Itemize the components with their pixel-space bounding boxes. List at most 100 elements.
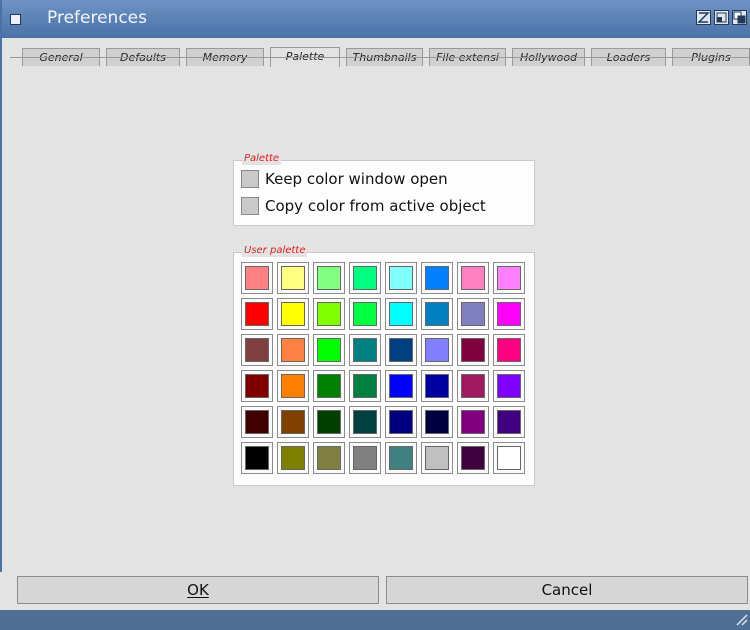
color-swatch-fill: [461, 338, 485, 362]
color-swatch[interactable]: [493, 334, 525, 366]
color-swatch[interactable]: [349, 262, 381, 294]
cancel-button-label: Cancel: [541, 581, 593, 599]
window-title: Preferences: [47, 8, 147, 28]
copy-color-from-active-object-checkbox[interactable]: [241, 197, 259, 215]
color-swatch-fill: [389, 446, 413, 470]
color-swatch-fill: [353, 446, 377, 470]
title-bar[interactable]: Preferences: [0, 0, 750, 39]
color-swatch[interactable]: [457, 334, 489, 366]
color-swatch-fill: [425, 374, 449, 398]
color-swatch[interactable]: [277, 334, 309, 366]
color-swatch-fill: [353, 338, 377, 362]
color-swatch-fill: [281, 374, 305, 398]
color-swatch[interactable]: [421, 334, 453, 366]
color-swatch[interactable]: [385, 370, 417, 402]
color-swatch-fill: [497, 302, 521, 326]
color-swatch-fill: [281, 302, 305, 326]
color-swatch-fill: [353, 374, 377, 398]
color-swatch-fill: [281, 338, 305, 362]
color-swatch[interactable]: [313, 298, 345, 330]
color-swatch[interactable]: [457, 298, 489, 330]
color-swatch-fill: [245, 338, 269, 362]
ok-button[interactable]: OK: [17, 576, 379, 604]
resize-handle-icon[interactable]: [736, 614, 748, 626]
color-swatch[interactable]: [313, 406, 345, 438]
color-swatch[interactable]: [457, 406, 489, 438]
color-swatch-fill: [281, 446, 305, 470]
iconify-icon[interactable]: [714, 10, 729, 25]
button-bar: OK Cancel: [0, 572, 750, 610]
color-swatch-fill: [245, 446, 269, 470]
color-swatch[interactable]: [421, 298, 453, 330]
color-swatch-fill: [353, 302, 377, 326]
color-swatch-fill: [245, 410, 269, 434]
color-swatch[interactable]: [277, 406, 309, 438]
color-swatch[interactable]: [241, 298, 273, 330]
color-swatch[interactable]: [349, 442, 381, 474]
cancel-button[interactable]: Cancel: [386, 576, 748, 604]
color-swatch[interactable]: [313, 442, 345, 474]
color-swatch[interactable]: [457, 442, 489, 474]
preferences-content: General Defaults Memory Palette Thumbnails Fi…: [2, 38, 750, 610]
color-swatch[interactable]: [313, 370, 345, 402]
color-swatch[interactable]: [241, 442, 273, 474]
color-swatch[interactable]: [385, 334, 417, 366]
color-swatch-fill: [425, 302, 449, 326]
window-bottom-border: [0, 610, 750, 630]
color-swatch-fill: [389, 410, 413, 434]
color-swatch[interactable]: [385, 262, 417, 294]
color-swatch[interactable]: [493, 298, 525, 330]
tab-bar: General Defaults Memory Palette Thumbnails Fi…: [16, 47, 750, 72]
color-swatch[interactable]: [493, 262, 525, 294]
color-swatch[interactable]: [349, 370, 381, 402]
color-swatch-fill: [461, 374, 485, 398]
color-swatch[interactable]: [277, 298, 309, 330]
color-swatch-fill: [425, 266, 449, 290]
color-swatch[interactable]: [385, 406, 417, 438]
color-swatch[interactable]: [421, 406, 453, 438]
color-swatch-fill: [281, 410, 305, 434]
color-swatch[interactable]: [241, 334, 273, 366]
color-swatch-fill: [389, 266, 413, 290]
ok-button-label: OK: [187, 581, 209, 599]
depth-icon[interactable]: [732, 10, 747, 25]
color-swatch[interactable]: [349, 406, 381, 438]
zoom-icon[interactable]: [696, 10, 711, 25]
color-swatch[interactable]: [349, 334, 381, 366]
color-swatch[interactable]: [277, 442, 309, 474]
color-swatch[interactable]: [313, 262, 345, 294]
color-swatch[interactable]: [421, 442, 453, 474]
color-swatch-fill: [461, 302, 485, 326]
color-swatch[interactable]: [277, 262, 309, 294]
palette-group: Palette Keep color window open Copy colo…: [233, 153, 535, 226]
color-swatch-fill: [281, 266, 305, 290]
color-swatch-fill: [461, 446, 485, 470]
color-swatch-fill: [497, 410, 521, 434]
color-swatch[interactable]: [421, 370, 453, 402]
close-icon[interactable]: [10, 14, 21, 25]
user-palette-group-label: User palette: [242, 245, 308, 257]
color-swatch-fill: [245, 266, 269, 290]
color-swatch-fill: [353, 266, 377, 290]
color-swatch[interactable]: [241, 262, 273, 294]
color-swatch[interactable]: [313, 334, 345, 366]
color-swatch[interactable]: [457, 262, 489, 294]
color-swatch-fill: [317, 266, 341, 290]
color-swatch[interactable]: [493, 442, 525, 474]
color-swatch[interactable]: [493, 406, 525, 438]
color-swatch[interactable]: [385, 298, 417, 330]
color-swatch-fill: [353, 410, 377, 434]
color-swatch[interactable]: [421, 262, 453, 294]
color-swatch[interactable]: [277, 370, 309, 402]
color-swatch-fill: [245, 302, 269, 326]
color-swatch-fill: [497, 446, 521, 470]
color-swatch[interactable]: [349, 298, 381, 330]
color-swatch[interactable]: [493, 370, 525, 402]
color-swatch[interactable]: [241, 406, 273, 438]
keep-color-window-open-checkbox[interactable]: [241, 170, 259, 188]
keep-color-window-open-label: Keep color window open: [265, 170, 448, 188]
color-swatch[interactable]: [385, 442, 417, 474]
color-swatch[interactable]: [457, 370, 489, 402]
color-swatch[interactable]: [241, 370, 273, 402]
color-swatch-fill: [461, 410, 485, 434]
